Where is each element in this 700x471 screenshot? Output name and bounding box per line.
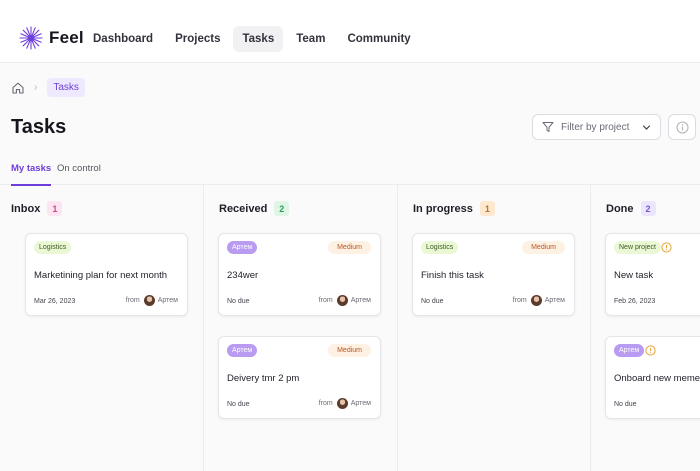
task-title: Onboard new memeber [614,373,700,384]
task-title: New task [614,270,654,281]
due-date: No due [227,298,250,305]
due-date: No due [614,401,637,408]
from-label: from [318,297,333,304]
due-date: No due [227,401,250,408]
tag-badge: New project [614,241,661,254]
column-header: Inbox 1 [11,201,63,216]
from-label: from [512,297,527,304]
column-title: Inbox [11,202,41,215]
tag-badge: Logistics [34,241,72,254]
task-card[interactable]: Артем Onboard new memeber No due [605,336,700,419]
assigner: from Артем [513,295,565,306]
avatar [336,295,348,306]
assigner: from Артем [319,295,371,306]
column-done: Done 2 New project New task Feb 26, 2023… [591,185,700,471]
nav-tasks[interactable]: Tasks [233,26,284,52]
task-title: Marketining plan for next month [34,270,168,281]
tag-badge: Артем [227,241,258,254]
due-date: Mar 26, 2023 [34,298,76,305]
task-card[interactable]: New project New task Feb 26, 2023 [605,233,700,316]
filter-icon [542,122,554,132]
due-date: Feb 26, 2023 [614,298,656,305]
assigner-name: Артем [350,400,371,407]
breadcrumb: › Tasks [11,78,85,97]
main-nav: Dashboard Projects Tasks Team Community [84,26,424,52]
assigner-name: Артем [350,297,371,304]
warning-icon [661,242,672,253]
filter-by-project-select[interactable]: Filter by project [532,114,661,140]
nav-team[interactable]: Team [287,26,334,52]
column-count-badge: 2 [640,201,656,216]
nav-dashboard[interactable]: Dashboard [84,26,162,52]
column-received: Received 2 Артем Medium 234wer No due fr… [204,185,398,471]
column-title: Received [219,202,268,215]
tab-my-tasks[interactable]: My tasks [11,163,52,186]
priority-badge: Medium [522,241,565,254]
assigner-name: Артем [544,297,565,304]
column-inbox: Inbox 1 Logistics Marketining plan for n… [0,185,204,471]
column-title: Done [606,202,634,215]
column-header: In progress 1 [413,201,495,216]
nav-community[interactable]: Community [338,26,419,52]
chevron-down-icon [642,124,651,130]
task-tabs: My tasks On control [0,160,700,186]
task-title: Finish this task [421,270,484,281]
app-logo[interactable]: Feel [19,26,84,50]
column-count-badge: 1 [47,201,63,216]
column-in-progress: In progress 1 Logistics Medium Finish th… [398,185,591,471]
assigner: from Артем [126,295,178,306]
filter-placeholder: Filter by project [561,121,630,133]
app-name: Feel [49,28,84,47]
from-label: from [318,400,333,407]
column-count-badge: 2 [274,201,290,216]
assigner: from Артем [319,398,371,409]
column-count-badge: 1 [479,201,495,216]
tag-badge: Артем [614,344,645,357]
priority-badge: Medium [328,241,371,254]
home-icon[interactable] [11,81,25,95]
column-header: Done 2 [606,201,656,216]
page-title: Tasks [11,116,67,138]
chevron-right-icon: › [34,82,38,93]
avatar [143,295,155,306]
task-card[interactable]: Logistics Medium Finish this task No due… [412,233,575,316]
column-header: Received 2 [219,201,290,216]
avatar [336,398,348,409]
tag-badge: Артем [227,344,258,357]
tag-badge: Logistics [421,241,459,254]
breadcrumb-current[interactable]: Tasks [47,78,85,97]
priority-badge: Medium [328,344,371,357]
nav-projects[interactable]: Projects [166,26,229,52]
info-icon [676,121,688,133]
column-title: In progress [413,202,473,215]
from-label: from [125,297,140,304]
info-button[interactable] [668,114,696,140]
assigner-name: Артем [157,297,178,304]
tab-on-control[interactable]: On control [57,163,101,184]
logo-burst-icon [19,26,43,50]
due-date: No due [421,298,444,305]
task-title: Deivery tmr 2 pm [227,373,300,384]
task-title: 234wer [227,270,259,281]
task-card[interactable]: Артем Medium Deivery tmr 2 pm No due fro… [218,336,381,419]
task-card[interactable]: Logistics Marketining plan for next mont… [25,233,188,316]
task-card[interactable]: Артем Medium 234wer No due from Артем [218,233,381,316]
top-nav-bar: Feel Dashboard Projects Tasks Team Commu… [0,0,700,63]
warning-icon [645,345,656,356]
avatar [530,295,542,306]
